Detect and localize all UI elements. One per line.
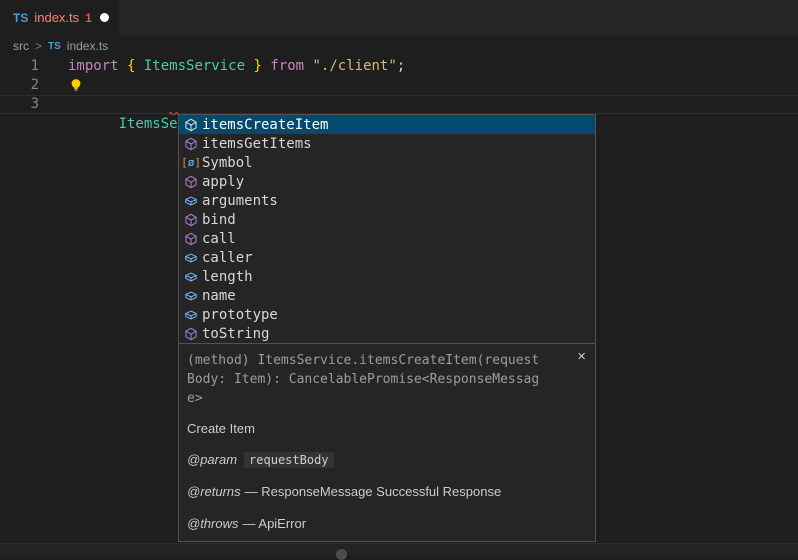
line-number: 2 (0, 76, 44, 95)
typescript-file-icon: TS (13, 11, 28, 25)
suggest-item-label: prototype (202, 307, 278, 323)
suggest-docs-panel: × (method) ItemsService.itemsCreateItem(… (179, 343, 595, 541)
code-line-3-current[interactable]: 3 ItemsService. (0, 95, 798, 114)
suggest-item-label: bind (202, 212, 236, 228)
method-cube-icon (183, 212, 199, 228)
suggest-item-label: itemsCreateItem (202, 117, 328, 133)
close-icon[interactable]: × (577, 349, 586, 364)
doc-throws-row: @throws — ApiError (187, 516, 587, 532)
suggest-item-label: length (202, 269, 253, 285)
method-signature: (method) ItemsService.itemsCreateItem(re… (187, 351, 543, 408)
suggest-item-length[interactable]: length (179, 267, 595, 286)
suggest-item-label: Symbol (202, 155, 253, 171)
suggest-item-bind[interactable]: bind (179, 210, 595, 229)
typescript-file-icon: TS (48, 41, 61, 52)
line-number: 1 (0, 57, 44, 76)
suggest-item-label: itemsGetItems (202, 136, 312, 152)
doc-param-row: @param requestBody (187, 452, 587, 468)
suggest-item-prototype[interactable]: prototype (179, 305, 595, 324)
field-cube-icon (183, 250, 199, 266)
tab-error-count-badge: 1 (85, 11, 92, 25)
tab-filename: index.ts (34, 10, 79, 25)
lightbulb-icon[interactable] (68, 77, 84, 93)
field-cube-icon (183, 269, 199, 285)
code-token (304, 58, 312, 74)
suggest-item-label: caller (202, 250, 253, 266)
code-token: } (253, 58, 261, 74)
method-cube-icon (183, 174, 199, 190)
suggest-item-Symbol[interactable]: [ø] Symbol (179, 153, 595, 172)
line-number: 3 (0, 95, 44, 114)
param-name-chip: requestBody (244, 452, 333, 468)
suggest-item-caller[interactable]: caller (179, 248, 595, 267)
suggest-item-arguments[interactable]: arguments (179, 191, 595, 210)
param-tag-label: @param (187, 452, 237, 467)
vscode-editor-window: { "tab": { "icon": "TS", "filename": "in… (0, 0, 798, 555)
code-line-2[interactable]: 2 (0, 76, 798, 95)
method-cube-icon (183, 326, 199, 342)
unsaved-changes-dot-icon[interactable] (100, 13, 109, 22)
variable-icon: [ø] (183, 155, 199, 171)
suggest-item-apply[interactable]: apply (179, 172, 595, 191)
code-line-1[interactable]: 1 import { ItemsService } from "./client… (0, 57, 798, 76)
tab-index-ts[interactable]: TS index.ts 1 (0, 0, 119, 35)
throws-tag-label: @throws (187, 516, 239, 531)
suggest-item-label: apply (202, 174, 244, 190)
breadcrumb: src > TS index.ts (0, 35, 798, 57)
suggest-item-label: call (202, 231, 236, 247)
bottom-divider (0, 543, 798, 555)
tab-bar: TS index.ts 1 (0, 0, 798, 35)
code-token: "./client" (313, 58, 397, 74)
suggest-item-itemsGetItems[interactable]: itemsGetItems (179, 134, 595, 153)
method-cube-icon (183, 136, 199, 152)
throws-text: — ApiError (243, 516, 307, 531)
doc-description: Create Item (187, 421, 587, 436)
suggest-item-label: toString (202, 326, 269, 342)
returns-tag-label: @returns (187, 484, 241, 499)
suggest-item-call[interactable]: call (179, 229, 595, 248)
method-cube-icon (183, 117, 199, 133)
code-token: ItemsService (135, 58, 253, 74)
method-cube-icon (183, 231, 199, 247)
field-cube-icon (183, 193, 199, 209)
code-token: import (68, 58, 127, 74)
suggest-item-label: name (202, 288, 236, 304)
suggest-item-label: arguments (202, 193, 278, 209)
code-token: ; (397, 58, 405, 74)
code-token: from (270, 58, 304, 74)
chevron-right-icon: > (35, 39, 42, 53)
suggest-item-itemsCreateItem[interactable]: itemsCreateItem (179, 115, 595, 134)
breadcrumb-file[interactable]: index.ts (67, 39, 108, 53)
field-cube-icon (183, 288, 199, 304)
suggest-list[interactable]: itemsCreateItem itemsGetItems [ø] Symbol… (179, 115, 595, 343)
suggest-item-toString[interactable]: toString (179, 324, 595, 343)
code-text: import { ItemsService } from "./client"; (68, 58, 405, 74)
doc-returns-row: @returns — ResponseMessage Successful Res… (187, 484, 587, 500)
field-cube-icon (183, 307, 199, 323)
returns-text: — ResponseMessage Successful Response (245, 484, 502, 499)
suggest-item-name[interactable]: name (179, 286, 595, 305)
intellisense-suggest-widget: itemsCreateItem itemsGetItems [ø] Symbol… (178, 114, 596, 542)
breadcrumb-folder[interactable]: src (13, 39, 29, 53)
code-editor[interactable]: 1 import { ItemsService } from "./client… (0, 57, 798, 114)
